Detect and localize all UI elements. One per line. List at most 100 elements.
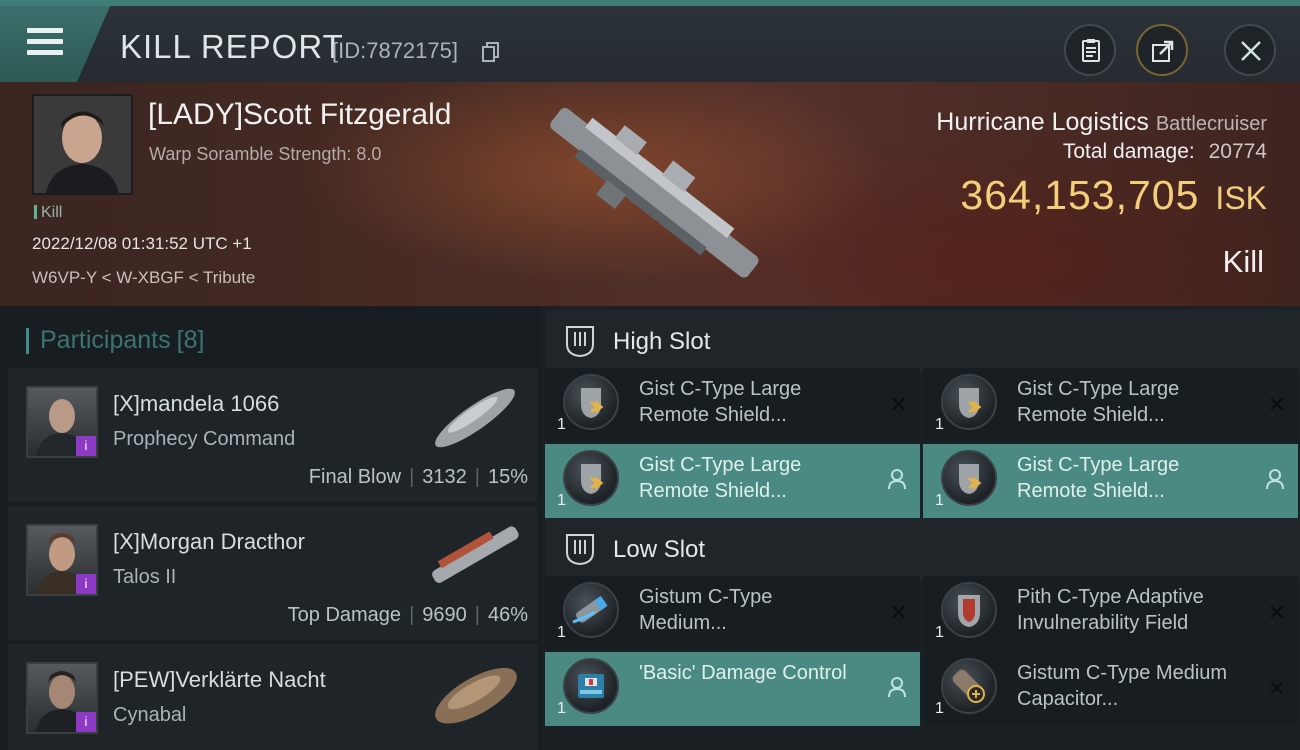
participant-damage: 9690 bbox=[422, 604, 467, 626]
module-quantity: 1 bbox=[935, 492, 944, 509]
module-item[interactable]: 1 Gist C-Type Large Remote Shield... ✕ bbox=[923, 368, 1298, 442]
ship-name: Hurricane Logistics bbox=[936, 108, 1149, 136]
participant-role: Top Damage bbox=[287, 604, 402, 626]
warp-scramble-strength: Warp Soramble Strength: 8.0 bbox=[149, 144, 382, 164]
shield-module-icon bbox=[563, 374, 619, 430]
participant-row[interactable]: i [X]mandela 1066 Prophecy Command Final… bbox=[8, 368, 538, 502]
user-icon bbox=[888, 677, 906, 698]
victim-ship-image bbox=[550, 108, 759, 278]
module-quantity: 1 bbox=[935, 700, 944, 717]
module-name: Gist C-Type Large Remote Shield... bbox=[639, 454, 802, 502]
share-icon bbox=[1152, 40, 1174, 62]
participants-label: Participants bbox=[40, 326, 171, 354]
menu-button[interactable] bbox=[0, 6, 110, 82]
ship-image bbox=[435, 388, 515, 448]
fitting-panel: High Slot 1 Gist C-Type Large Remote Shi… bbox=[541, 306, 1300, 750]
low-slot-header: Low Slot bbox=[545, 518, 1300, 580]
module-item[interactable]: 1 Gist C-Type Large Remote Shield... bbox=[923, 444, 1298, 518]
participant-ship: Prophecy Command bbox=[113, 428, 296, 450]
ship-image bbox=[435, 667, 517, 724]
copy-icon[interactable] bbox=[482, 42, 500, 62]
menu-icon bbox=[27, 28, 63, 58]
module-item[interactable]: 1 Gist C-Type Large Remote Shield... bbox=[545, 444, 920, 518]
header-bar: KILL REPORT [ID:7872175] bbox=[0, 0, 1300, 82]
shield-module-icon bbox=[563, 450, 619, 506]
module-name: Gistum C-Type Medium... bbox=[639, 586, 773, 634]
module-name: Pith C-Type Adaptive Invulnerability Fie… bbox=[1017, 586, 1204, 634]
shield-module-icon bbox=[941, 450, 997, 506]
remove-icon: ✕ bbox=[1267, 392, 1286, 417]
slot-icon bbox=[566, 326, 594, 358]
participant-percent: 15% bbox=[487, 466, 528, 488]
ship-class: Battlecruiser bbox=[1155, 113, 1267, 135]
remove-icon: ✕ bbox=[889, 392, 908, 417]
page-title: KILL REPORT bbox=[120, 28, 344, 65]
remove-icon: ✕ bbox=[1267, 676, 1286, 701]
isk-unit: ISK bbox=[1215, 180, 1267, 216]
total-damage-label: Total damage: bbox=[1062, 140, 1195, 163]
capacitor-module-icon bbox=[563, 582, 619, 638]
kill-type: Kill bbox=[1222, 244, 1264, 279]
avatar[interactable]: i bbox=[26, 662, 98, 734]
high-slot-label: High Slot bbox=[613, 328, 711, 355]
remove-icon: ✕ bbox=[889, 600, 908, 625]
participant-row[interactable]: i [X]Morgan Dracthor Talos II Top Damage… bbox=[8, 506, 538, 640]
victim-avatar[interactable] bbox=[32, 94, 133, 195]
module-quantity: 1 bbox=[935, 416, 944, 433]
high-slot-header: High Slot bbox=[545, 310, 1300, 372]
module-name: 'Basic' Damage Control bbox=[639, 662, 847, 684]
participants-panel: Participants [8] i [X]mandela 1066 Prophe… bbox=[0, 306, 541, 750]
participant-percent: 46% bbox=[487, 604, 528, 626]
participants-header: Participants [8] bbox=[26, 326, 204, 355]
shield-module-icon bbox=[941, 374, 997, 430]
participant-damage: 3132 bbox=[422, 466, 467, 488]
module-item[interactable]: 1 Gistum C-Type Medium Capacitor... ✕ bbox=[923, 652, 1298, 726]
participant-name: [PEW]Verklärte Nacht bbox=[113, 667, 326, 692]
kill-tag: Kill bbox=[34, 204, 62, 222]
module-name: Gistum C-Type Medium Capacitor... bbox=[1017, 662, 1228, 710]
victim-banner: [LADY]Scott Fitzgerald Warp Soramble Str… bbox=[0, 82, 1300, 306]
participant-ship: Cynabal bbox=[113, 704, 187, 726]
share-button[interactable] bbox=[1136, 24, 1188, 76]
module-item[interactable]: 1 Gistum C-Type Medium... ✕ bbox=[545, 576, 920, 650]
participant-role: Final Blow bbox=[308, 466, 402, 488]
damage-control-icon bbox=[563, 658, 619, 714]
user-icon bbox=[1266, 469, 1284, 490]
participant-name: [X]mandela 1066 bbox=[113, 391, 280, 416]
participants-count: [8] bbox=[176, 326, 205, 354]
shield-module-icon bbox=[941, 582, 997, 638]
module-name: Gist C-Type Large Remote Shield... bbox=[1017, 378, 1180, 426]
avatar[interactable]: i bbox=[26, 386, 98, 458]
avatar-image bbox=[34, 96, 131, 193]
close-button[interactable] bbox=[1224, 24, 1276, 76]
user-icon bbox=[888, 469, 906, 490]
clipboard-icon bbox=[1082, 39, 1100, 62]
slot-icon bbox=[566, 534, 594, 566]
corp-badge-icon: i bbox=[76, 712, 96, 732]
module-item[interactable]: 1 'Basic' Damage Control bbox=[545, 652, 920, 726]
kill-timestamp: 2022/12/08 01:31:52 UTC +1 bbox=[32, 234, 252, 253]
module-name: Gist C-Type Large Remote Shield... bbox=[1017, 454, 1180, 502]
module-item[interactable]: 1 Gist C-Type Large Remote Shield... ✕ bbox=[545, 368, 920, 442]
participant-stats: Top Damage | 9690 | 46% bbox=[287, 604, 528, 626]
kill-location: W6VP-Y < W-XBGF < Tribute bbox=[32, 268, 256, 287]
close-icon bbox=[1241, 41, 1261, 61]
module-item[interactable]: 1 Pith C-Type Adaptive Invulnerability F… bbox=[923, 576, 1298, 650]
participant-row[interactable]: i [PEW]Verklärte Nacht Cynabal bbox=[8, 644, 538, 750]
low-slot-label: Low Slot bbox=[613, 536, 706, 563]
module-quantity: 1 bbox=[557, 624, 566, 641]
participant-stats: Final Blow | 3132 | 15% bbox=[308, 466, 528, 488]
module-quantity: 1 bbox=[557, 492, 566, 509]
participant-name: [X]Morgan Dracthor bbox=[113, 529, 305, 554]
victim-name: [LADY]Scott Fitzgerald bbox=[148, 98, 452, 131]
total-damage-value: 20774 bbox=[1208, 140, 1267, 163]
capacitor-module-icon bbox=[941, 658, 997, 714]
clipboard-button[interactable] bbox=[1064, 24, 1116, 76]
report-id: [ID:7872175] bbox=[332, 38, 458, 63]
module-quantity: 1 bbox=[935, 624, 944, 641]
isk-value: 364,153,705 ISK bbox=[960, 172, 1267, 219]
total-damage: Total damage: 20774 bbox=[1063, 140, 1267, 164]
corp-badge-icon: i bbox=[76, 436, 96, 456]
avatar[interactable]: i bbox=[26, 524, 98, 596]
victim-ship: Hurricane Logistics Battlecruiser bbox=[936, 108, 1267, 137]
